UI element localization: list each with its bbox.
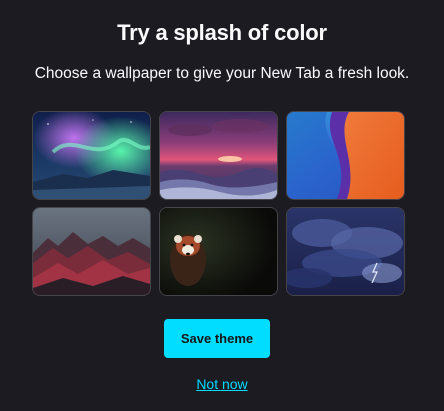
wallpaper-red-panda[interactable] [160,208,277,295]
wallpaper-dialog: Try a splash of color Choose a wallpaper… [0,0,444,411]
wallpaper-grid [33,112,404,295]
wallpaper-red-mountains[interactable] [33,208,150,295]
save-theme-button[interactable]: Save theme [164,319,270,358]
dialog-subtitle: Choose a wallpaper to give your New Tab … [34,65,410,82]
not-now-container: Not now [0,376,444,392]
wallpaper-ocean-sunset[interactable] [160,112,277,199]
wallpaper-aurora[interactable] [33,112,150,199]
abstract-orange-blue-wallpaper-icon [287,112,404,199]
wallpaper-stormy-clouds[interactable] [287,208,404,295]
not-now-link[interactable]: Not now [196,376,247,392]
red-panda-wallpaper-icon [160,208,277,295]
ocean-sunset-wallpaper-icon [160,112,277,199]
aurora-wallpaper-icon [33,112,150,199]
wallpaper-abstract[interactable] [287,112,404,199]
dialog-title: Try a splash of color [117,20,327,45]
stormy-clouds-wallpaper-icon [287,208,404,295]
red-mountains-wallpaper-icon [33,208,150,295]
